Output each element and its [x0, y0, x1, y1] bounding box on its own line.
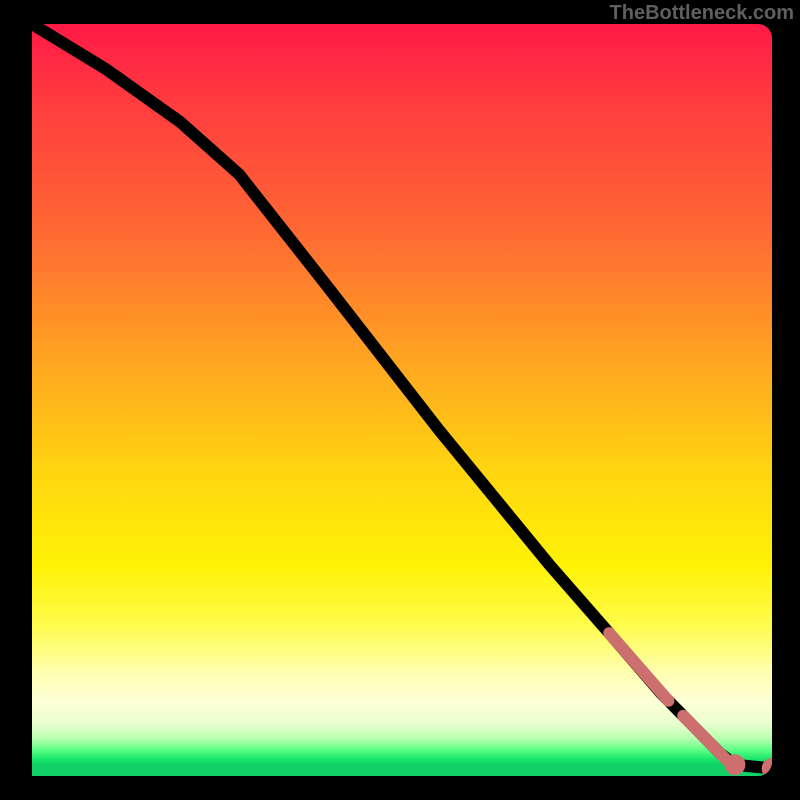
curve-line [32, 24, 772, 768]
marker-run-lower [683, 716, 727, 761]
watermark-text: TheBottleneck.com [610, 2, 794, 25]
plot-area [32, 24, 772, 776]
marker-run-upper [609, 633, 668, 701]
chart-frame: TheBottleneck.com [0, 0, 800, 800]
end-marker-2 [765, 762, 772, 776]
chart-svg [32, 24, 772, 776]
end-marker-1 [728, 758, 741, 772]
